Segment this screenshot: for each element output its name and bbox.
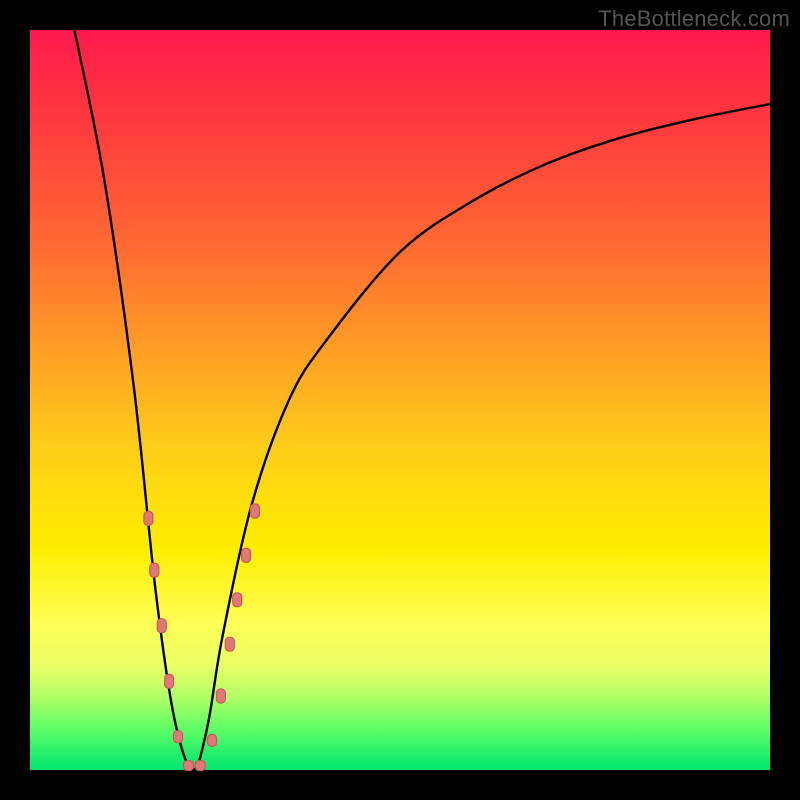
plot-area xyxy=(30,30,770,770)
data-marker-6 xyxy=(195,761,205,771)
data-marker-4 xyxy=(174,731,183,743)
data-marker-10 xyxy=(233,593,242,607)
data-marker-5 xyxy=(183,761,193,771)
data-marker-9 xyxy=(225,637,234,651)
chart-frame: TheBottleneck.com xyxy=(0,0,800,800)
data-marker-2 xyxy=(157,619,166,633)
data-marker-1 xyxy=(150,563,159,577)
bottleneck-curve xyxy=(74,30,770,770)
data-marker-7 xyxy=(208,734,217,746)
data-marker-0 xyxy=(144,511,153,525)
watermark-text: TheBottleneck.com xyxy=(598,6,790,32)
data-marker-8 xyxy=(216,689,225,703)
data-marker-11 xyxy=(242,548,251,562)
data-marker-12 xyxy=(250,504,259,518)
chart-svg xyxy=(30,30,770,770)
data-marker-3 xyxy=(165,674,174,688)
